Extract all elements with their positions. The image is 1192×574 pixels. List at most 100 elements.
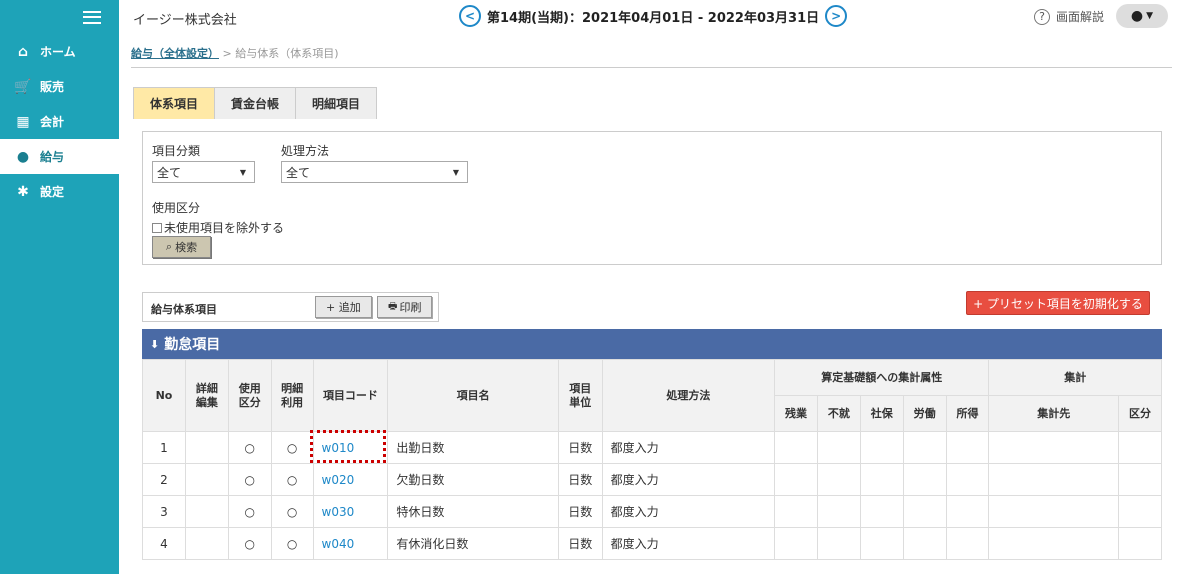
table-row[interactable]: 4 ○ ○ w040 有休消化日数 日数 都度入力 <box>142 527 1162 560</box>
col-header-use: 使用 区分 <box>227 359 272 432</box>
breadcrumb-parent-link[interactable]: 給与（全体設定） <box>131 47 219 60</box>
breadcrumb: 給与（全体設定） > 給与体系（体系項目) <box>131 45 339 61</box>
section-header[interactable]: ⬇ 勤怠項目 <box>142 329 1162 359</box>
cell-name: 有休消化日数 <box>387 527 559 560</box>
tab-bar: 体系項目 賃金台帳 明細項目 <box>133 87 378 119</box>
item-code-link[interactable]: w040 <box>322 537 355 551</box>
cell-empty <box>902 495 947 528</box>
sidebar-item-accounting[interactable]: ▦ 会計 <box>0 104 119 139</box>
cell-detail[interactable] <box>184 495 229 528</box>
cell-empty <box>1118 431 1162 464</box>
cell-empty <box>988 527 1119 560</box>
method-select[interactable]: 全て ▼ <box>281 161 468 183</box>
toolbar-title: 給与体系項目 <box>151 303 217 316</box>
period-label: 第14期(当期)：2021年04月01日 - 2022年03月31日 <box>487 10 820 26</box>
cell-detail-use: ○ <box>270 495 314 528</box>
col-header-name: 項目名 <box>387 359 559 432</box>
header-text: 単位 <box>569 395 592 409</box>
printer-icon: 🖶 <box>388 300 398 312</box>
cell-no: 1 <box>142 431 186 464</box>
arrow-down-icon: ⬇ <box>150 337 160 351</box>
tab-detail-items[interactable]: 明細項目 <box>296 87 378 119</box>
header-text: 明細 <box>281 381 304 395</box>
col-header-detail: 詳細 編集 <box>184 359 229 432</box>
tab-system-items[interactable]: 体系項目 <box>133 87 216 119</box>
cell-method: 都度入力 <box>601 495 776 528</box>
add-button[interactable]: + 追加 <box>315 296 372 318</box>
cell-no: 2 <box>142 463 186 496</box>
cell-unit: 日数 <box>557 527 603 560</box>
cell-empty <box>859 431 904 464</box>
cell-use: ○ <box>227 431 272 464</box>
table-row[interactable]: 1 ○ ○ w010 出勤日数 日数 都度入力 <box>142 430 1162 464</box>
cell-code: w040 <box>312 527 389 560</box>
sidebar-item-payroll[interactable]: ● 給与 <box>0 139 119 174</box>
sidebar-item-settings[interactable]: ✱ 設定 <box>0 174 119 209</box>
cell-code: w010 <box>309 430 389 464</box>
help-link[interactable]: ? 画面解説 <box>1033 8 1104 25</box>
search-button-label: 検索 <box>175 241 198 254</box>
section-title: 勤怠項目 <box>164 337 221 353</box>
sidebar-item-sales[interactable]: 🛒 販売 <box>0 69 119 104</box>
cell-empty <box>902 527 947 560</box>
cell-empty <box>774 495 818 528</box>
table-row[interactable]: 3 ○ ○ w030 特休日数 日数 都度入力 <box>142 495 1162 528</box>
caret-down-icon: ▼ <box>452 167 459 177</box>
col-header-absence: 不就 <box>816 395 861 432</box>
chevron-left-icon: < <box>464 9 476 23</box>
item-code-link[interactable]: w010 <box>322 441 355 455</box>
col-header-unit: 項目 単位 <box>557 359 603 432</box>
tab-wage-ledger[interactable]: 賃金台帳 <box>215 87 297 119</box>
header-text: 使用 <box>238 381 261 395</box>
cell-use: ○ <box>227 495 272 528</box>
cell-empty <box>859 495 904 528</box>
cell-method: 都度入力 <box>601 431 776 464</box>
col-header-detail-use: 明細 利用 <box>270 359 314 432</box>
reset-preset-button[interactable]: + プリセット項目を初期化する <box>966 291 1150 315</box>
method-label: 処理方法 <box>281 144 330 158</box>
search-button[interactable]: ⌕ 検索 <box>152 236 211 258</box>
calculator-icon: ▦ <box>16 113 30 130</box>
col-header-sum-target: 集計先 <box>988 395 1119 432</box>
item-code-link[interactable]: w030 <box>322 505 355 519</box>
header-text: 区分 <box>238 395 261 409</box>
cell-detail[interactable] <box>184 431 229 464</box>
cell-empty <box>774 463 818 496</box>
cell-code: w020 <box>312 463 389 496</box>
sidebar-item-home[interactable]: ⌂ ホーム <box>0 34 119 69</box>
sidebar-item-label: 給与 <box>40 150 65 164</box>
cell-empty <box>1118 495 1162 528</box>
item-code-link[interactable]: w020 <box>322 473 355 487</box>
next-period-button[interactable]: > <box>825 5 848 27</box>
category-select[interactable]: 全て ▼ <box>152 161 255 183</box>
print-button[interactable]: 🖶 印刷 <box>377 296 433 318</box>
user-menu-button[interactable]: ● ▼ <box>1116 4 1168 28</box>
cell-empty <box>859 527 904 560</box>
cell-unit: 日数 <box>557 463 603 496</box>
cell-detail-use: ○ <box>270 463 314 496</box>
cell-empty <box>774 431 818 464</box>
cell-unit: 日数 <box>557 495 603 528</box>
exclude-unused-checkbox[interactable]: 未使用項目を除外する <box>152 219 284 236</box>
cell-empty <box>945 495 990 528</box>
prev-period-button[interactable]: < <box>459 5 481 27</box>
money-bag-icon: ● <box>16 148 30 165</box>
menu-toggle[interactable] <box>0 0 119 34</box>
cell-name: 欠勤日数 <box>387 463 559 496</box>
home-icon: ⌂ <box>17 43 29 60</box>
breadcrumb-current: 給与体系（体系項目) <box>235 47 339 60</box>
col-header-sum-group: 集計 <box>988 359 1162 396</box>
cell-detail[interactable] <box>184 463 229 496</box>
exclude-unused-label: 未使用項目を除外する <box>164 221 285 235</box>
checkbox-box[interactable] <box>152 222 162 233</box>
cell-no: 3 <box>142 495 186 528</box>
cart-icon: 🛒 <box>14 78 32 95</box>
divider <box>131 67 1172 68</box>
caret-down-icon: ▼ <box>239 167 246 177</box>
cell-detail[interactable] <box>184 527 229 560</box>
method-select-value: 全て <box>286 165 311 180</box>
cell-code: w030 <box>312 495 389 528</box>
table-row[interactable]: 2 ○ ○ w020 欠勤日数 日数 都度入力 <box>142 463 1162 496</box>
help-icon: ? <box>1033 8 1050 25</box>
hamburger-icon[interactable] <box>83 10 101 24</box>
